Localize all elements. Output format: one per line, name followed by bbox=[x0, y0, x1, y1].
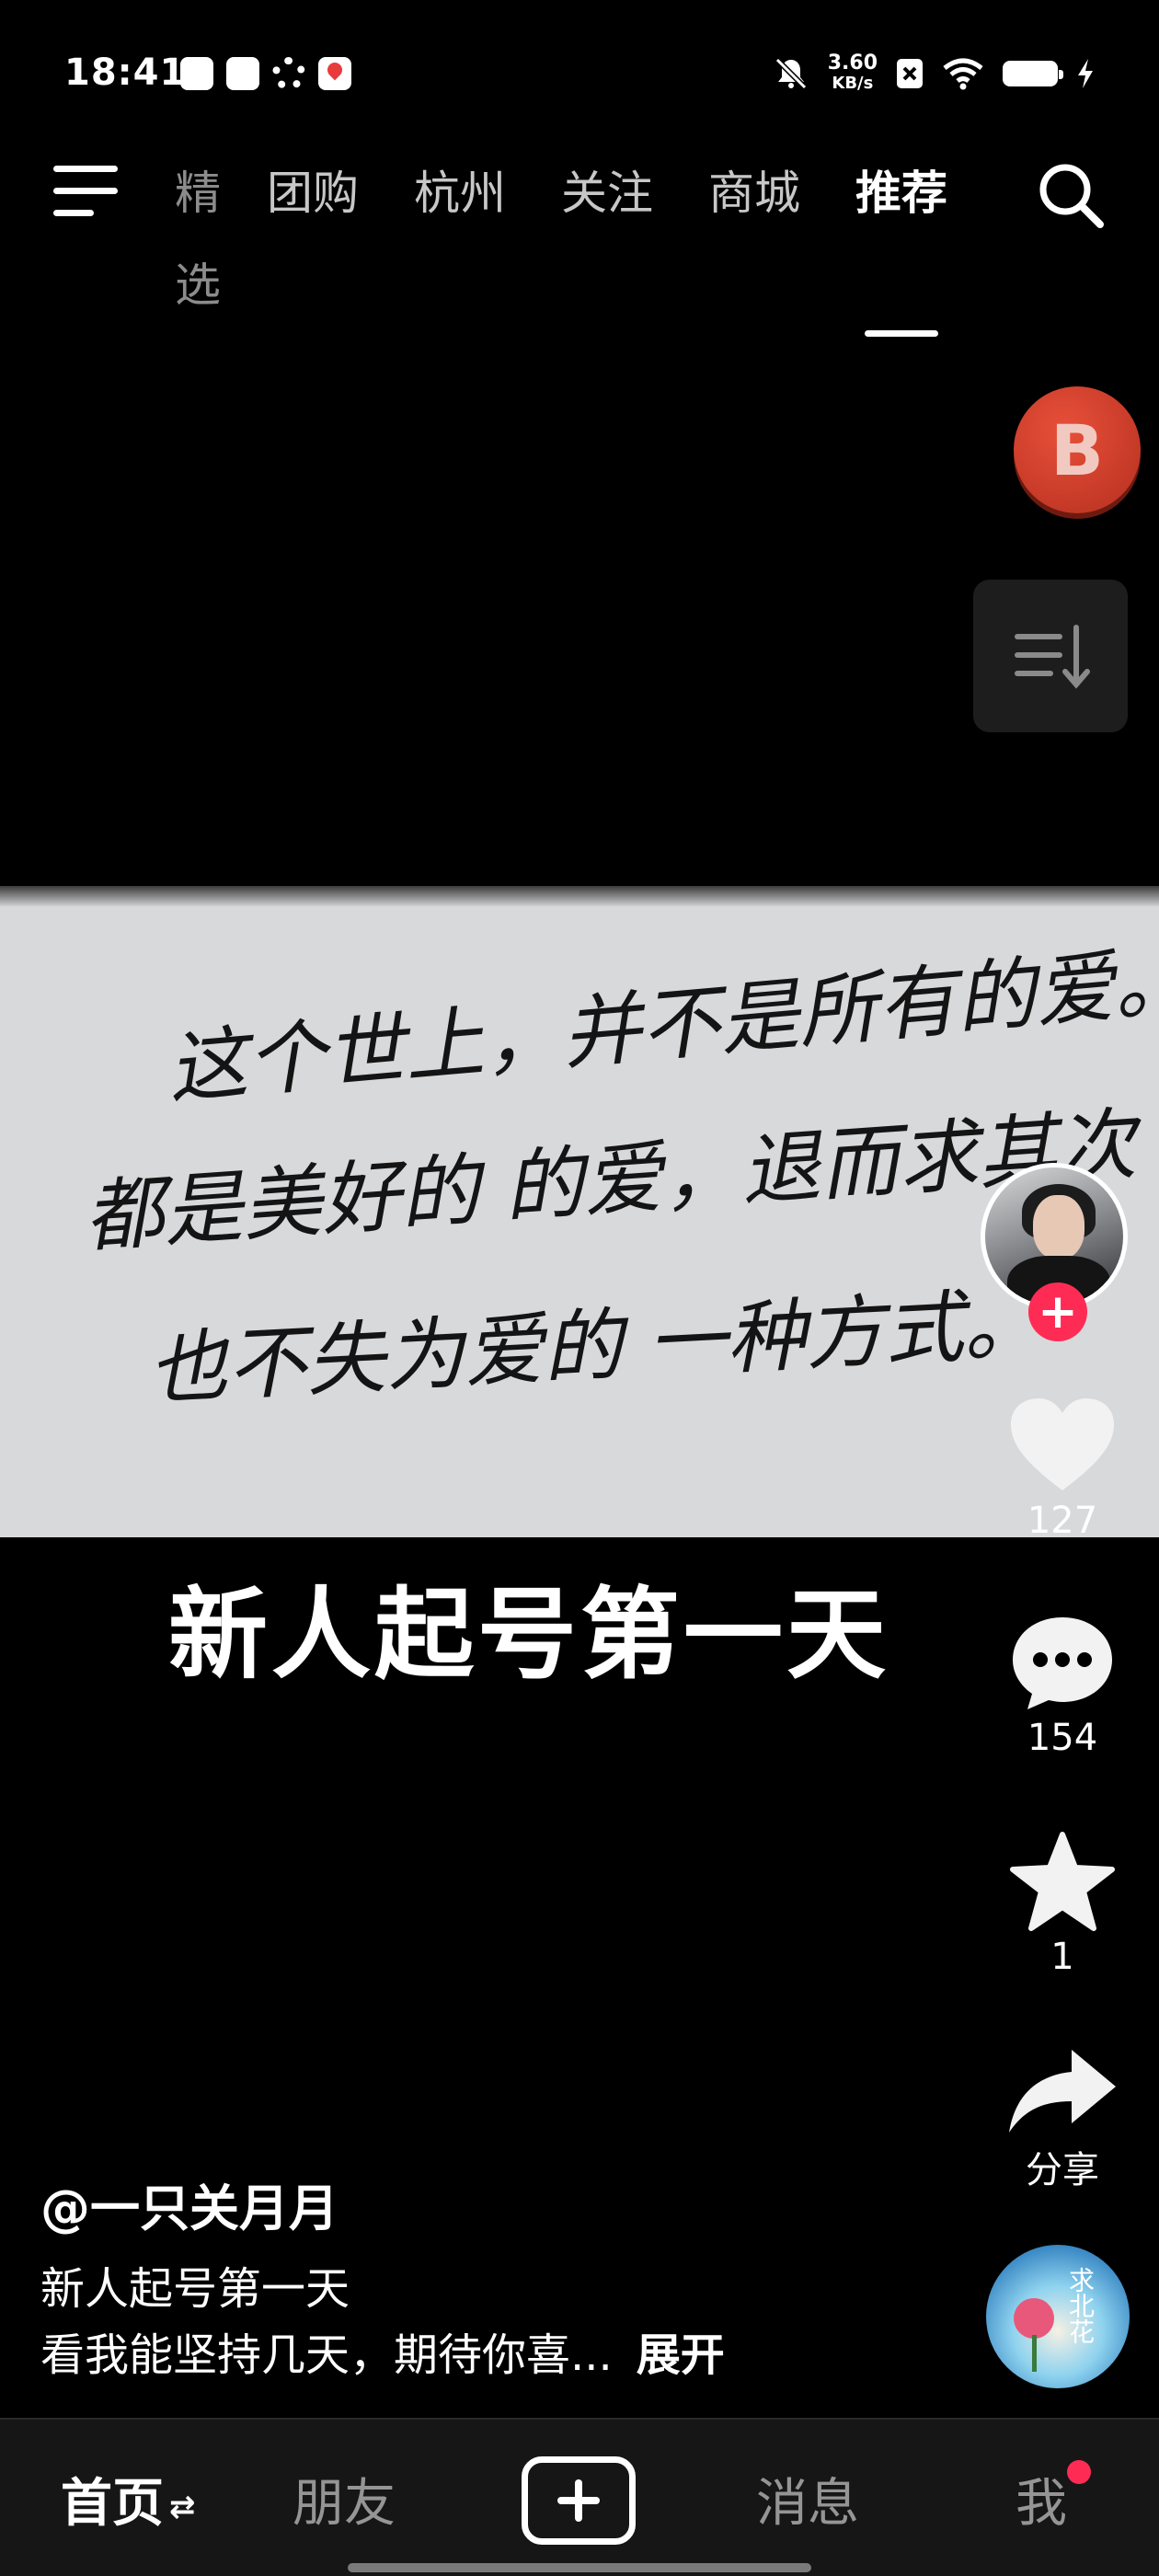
mute-bell-icon bbox=[775, 57, 807, 90]
battery-icon bbox=[1003, 61, 1063, 86]
handwriting-line-3: 也不失为爱的 一种方式。 bbox=[145, 1277, 1045, 1417]
nav-home-label: 首页 bbox=[61, 2474, 164, 2534]
home-indicator[interactable] bbox=[348, 2563, 811, 2572]
playlist-sort-button[interactable] bbox=[973, 580, 1128, 732]
tab-group-buy[interactable]: 团购 bbox=[239, 147, 386, 331]
comment-count: 154 bbox=[1027, 1717, 1098, 1759]
plus-icon bbox=[557, 2479, 600, 2522]
app-screen: 18:41 3.60 KB/s 精选 团购 杭州 关注 商城 推荐 B 这个世上… bbox=[0, 0, 1159, 2576]
tab-mall[interactable]: 商城 bbox=[681, 147, 828, 331]
status-time: 18:41 bbox=[64, 52, 187, 94]
search-icon[interactable] bbox=[1036, 160, 1106, 230]
expand-button[interactable]: 展开 bbox=[637, 2329, 725, 2381]
network-speed-unit: KB/s bbox=[832, 74, 874, 93]
author-name[interactable]: @一只关月月 bbox=[40, 2168, 339, 2240]
nav-messages[interactable]: 消息 bbox=[756, 2462, 859, 2536]
comment-button[interactable]: 154 bbox=[1003, 1612, 1122, 1759]
floating-b-badge[interactable]: B bbox=[1014, 386, 1141, 513]
heart-icon bbox=[1011, 1398, 1114, 1490]
map-pin-icon bbox=[318, 57, 351, 90]
usb-icon bbox=[226, 57, 259, 90]
comment-bubble-icon bbox=[1013, 1617, 1112, 1709]
follow-button[interactable]: + bbox=[1028, 1282, 1087, 1341]
favorite-count: 1 bbox=[1050, 1936, 1074, 1978]
tab-following[interactable]: 关注 bbox=[534, 147, 681, 331]
create-button[interactable] bbox=[522, 2456, 636, 2545]
sort-list-icon bbox=[1015, 625, 1090, 689]
video-description-text: 看我能坚持几天，期待你喜... bbox=[40, 2329, 613, 2381]
feed-tabs: 精选 团购 杭州 关注 商城 推荐 bbox=[156, 147, 975, 337]
like-button[interactable]: 127 bbox=[1003, 1395, 1122, 1542]
network-speed-value: 3.60 bbox=[827, 52, 878, 75]
video-caption: 新人起号第一天 bbox=[167, 1577, 889, 1693]
video-title: 新人起号第一天 bbox=[40, 2263, 350, 2315]
nav-me[interactable]: 我 bbox=[1016, 2462, 1067, 2536]
swap-icon: ⇄ bbox=[169, 2488, 196, 2525]
charging-bolt-icon bbox=[1078, 59, 1093, 88]
share-button[interactable]: 分享 bbox=[1003, 2044, 1122, 2193]
music-disc[interactable]: 求北花 bbox=[986, 2245, 1130, 2388]
sim-off-icon bbox=[897, 59, 923, 88]
tab-recommended[interactable]: 推荐 bbox=[828, 147, 975, 337]
top-nav: 精选 团购 杭州 关注 商城 推荐 bbox=[0, 147, 1159, 337]
message-app-icon bbox=[180, 57, 213, 90]
network-speed: 3.60 KB/s bbox=[828, 53, 878, 94]
nav-home[interactable]: 首页 ⇄ bbox=[61, 2462, 196, 2536]
video-description: 看我能坚持几天，期待你喜... 展开 bbox=[40, 2318, 725, 2383]
star-icon bbox=[1010, 1832, 1115, 1931]
share-arrow-icon bbox=[1009, 2050, 1116, 2133]
status-notification-icons bbox=[180, 57, 351, 90]
wifi-icon bbox=[943, 58, 983, 90]
settings-gear-icon bbox=[272, 57, 305, 90]
favorite-button[interactable]: 1 bbox=[1003, 1831, 1122, 1978]
tab-hangzhou[interactable]: 杭州 bbox=[386, 147, 534, 331]
like-count: 127 bbox=[1027, 1500, 1098, 1542]
tab-featured[interactable]: 精选 bbox=[156, 147, 239, 331]
status-bar: 18:41 3.60 KB/s bbox=[0, 0, 1159, 147]
creator-avatar[interactable]: + bbox=[981, 1163, 1135, 1341]
menu-icon[interactable] bbox=[53, 164, 118, 219]
music-disc-text: 求北花 bbox=[1065, 2267, 1096, 2344]
share-label: 分享 bbox=[1026, 2149, 1099, 2191]
nav-friends[interactable]: 朋友 bbox=[293, 2462, 396, 2536]
notification-dot bbox=[1067, 2460, 1091, 2484]
status-system-icons: 3.60 KB/s bbox=[773, 53, 1095, 94]
